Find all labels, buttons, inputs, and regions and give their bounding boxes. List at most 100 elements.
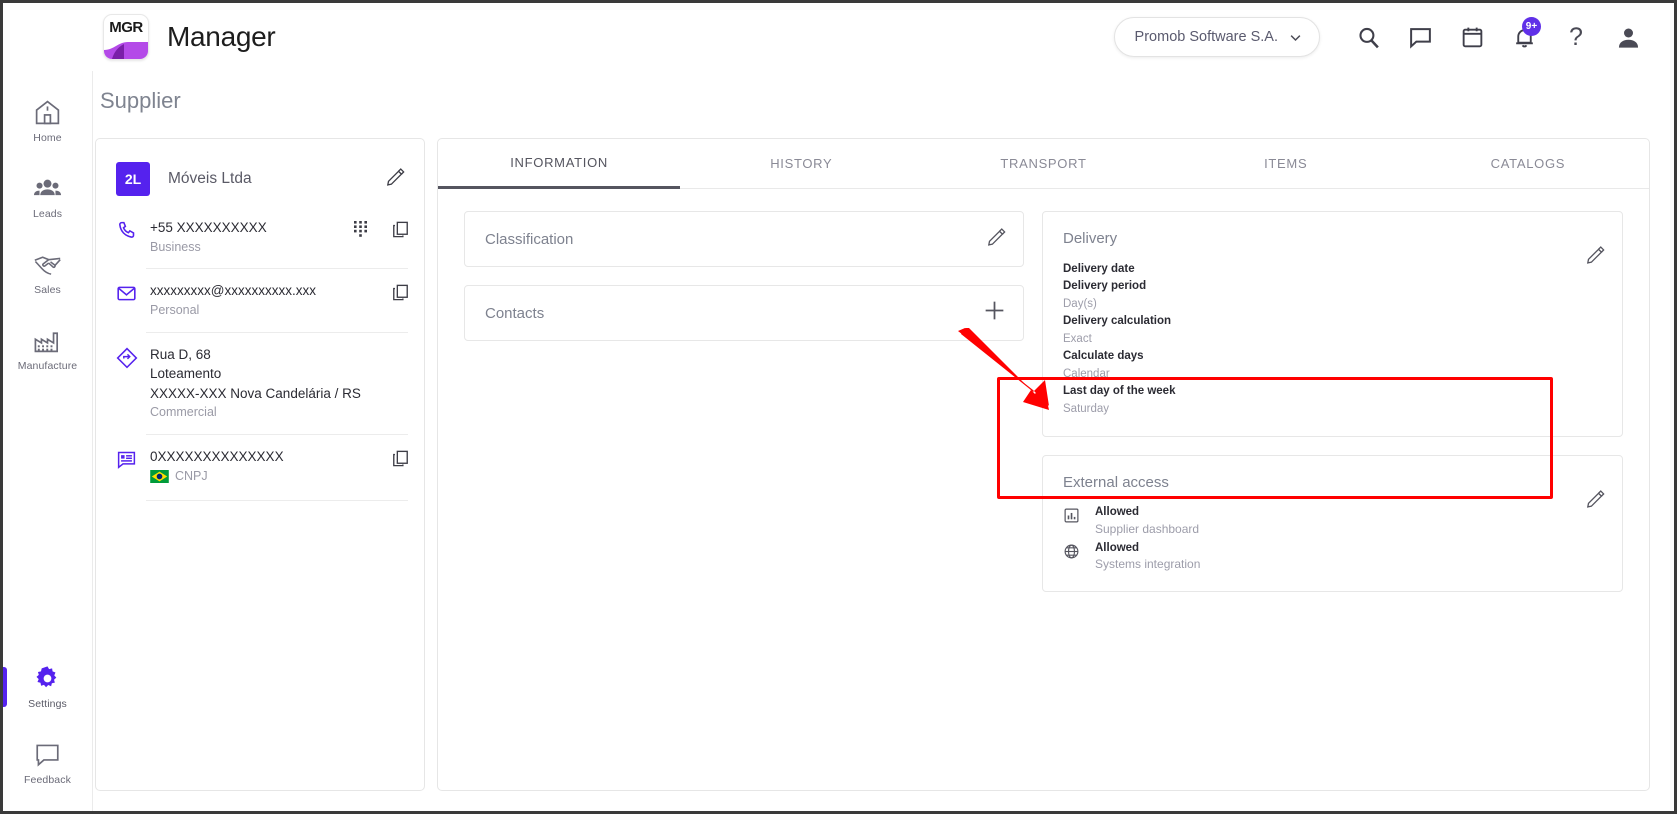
- phone-icon: [119, 221, 135, 238]
- delivery-field-value: Calendar: [1063, 367, 1110, 380]
- supplier-address-line-3: XXXXX-XXX Nova Candelária / RS: [150, 385, 361, 401]
- classification-title: Classification: [485, 230, 574, 248]
- brazil-flag-icon: [150, 469, 169, 483]
- edit-icon: [386, 168, 405, 186]
- sidebar-item-label: Manufacture: [17, 360, 78, 372]
- tab-history[interactable]: HISTORY: [680, 139, 923, 189]
- tab-catalogs[interactable]: CATALOGS: [1406, 139, 1650, 189]
- notification-badge: 9+: [1522, 17, 1541, 36]
- chat-icon: [1409, 27, 1431, 49]
- supplier-document-value: 0XXXXXXXXXXXXXX: [150, 449, 284, 465]
- address-icon: [116, 347, 138, 369]
- sidebar: Home Leads Sales Manufacture Settings Fe…: [3, 3, 93, 811]
- tab-items[interactable]: ITEMS: [1164, 139, 1407, 189]
- delivery-field-value: Day(s): [1063, 297, 1097, 310]
- delivery-field-label: Delivery date: [1063, 263, 1135, 275]
- sidebar-bottom: Settings Feedback: [3, 649, 92, 801]
- globe-icon-wrap: [1063, 541, 1083, 565]
- contacts-add-button[interactable]: [982, 298, 1007, 328]
- sidebar-item-leads[interactable]: Leads: [3, 159, 92, 235]
- dialpad-icon: [354, 221, 367, 237]
- external-access-description: Systems integration: [1095, 557, 1201, 572]
- supplier-email-row: xxxxxxxxx@xxxxxxxxxx.xxx Personal: [96, 269, 424, 331]
- supplier-document-row: 0XXXXXXXXXXXXXX CNPJ: [96, 435, 424, 499]
- logo-text: MGR: [109, 19, 143, 36]
- sidebar-item-manufacture[interactable]: Manufacture: [3, 311, 92, 387]
- tab-transport[interactable]: TRANSPORT: [922, 139, 1165, 189]
- chat-button[interactable]: [1394, 13, 1446, 61]
- supplier-phone-actions: [354, 218, 410, 244]
- copy-icon: [393, 221, 408, 238]
- delivery-edit-button[interactable]: [1585, 244, 1606, 270]
- classification-edit-button[interactable]: [986, 226, 1007, 252]
- handshake-icon: [34, 256, 61, 275]
- external-access-item-text: Allowed Systems integration: [1095, 541, 1200, 573]
- supplier-address-body: Rua D, 68 Loteamento XXXXX-XXX Nova Cand…: [150, 345, 410, 422]
- email-icon: [117, 286, 136, 301]
- sidebar-item-settings[interactable]: Settings: [3, 649, 92, 725]
- external-access-description: Supplier dashboard: [1095, 521, 1200, 536]
- email-icon-wrap: [116, 281, 150, 309]
- help-button[interactable]: ?: [1550, 13, 1602, 61]
- sidebar-item-label: Settings: [28, 698, 67, 710]
- chart-icon-wrap: [1063, 505, 1083, 529]
- external-access-item-text: Allowed Supplier dashboard: [1095, 505, 1199, 537]
- globe-icon: [1064, 544, 1079, 559]
- sidebar-item-sales[interactable]: Sales: [3, 235, 92, 311]
- page-title: Supplier: [100, 88, 181, 113]
- account-button[interactable]: [1602, 13, 1654, 61]
- sidebar-item-label: Home: [33, 132, 62, 144]
- logo-shape-icon: [104, 42, 148, 59]
- add-icon: [985, 301, 1004, 320]
- external-access-edit-button[interactable]: [1585, 488, 1606, 514]
- delivery-fields: Delivery date Delivery period Day(s) Del…: [1063, 261, 1602, 418]
- contacts-card: Contacts: [464, 285, 1024, 341]
- information-right-column: Delivery Delivery date Delivery period D…: [1042, 211, 1623, 610]
- search-icon: [1358, 27, 1379, 48]
- tab-bar: INFORMATION HISTORY TRANSPORT ITEMS CATA…: [438, 139, 1650, 189]
- external-access-status: Allowed: [1095, 506, 1140, 519]
- supplier-header: 2L Móveis Ltda: [96, 139, 424, 206]
- chart-icon: [1064, 508, 1079, 523]
- search-button[interactable]: [1342, 13, 1394, 61]
- information-panel: Classification Contacts Delivery Deliver…: [438, 189, 1649, 632]
- avatar: 2L: [116, 162, 150, 196]
- document-icon-wrap: [116, 447, 150, 475]
- help-icon: ?: [1569, 22, 1583, 51]
- supplier-edit-button[interactable]: [385, 166, 406, 192]
- copy-document-button[interactable]: [391, 449, 410, 473]
- tab-information[interactable]: INFORMATION: [438, 139, 681, 189]
- copy-icon: [393, 285, 408, 301]
- supplier-phone-body: +55 XXXXXXXXXX Business: [150, 218, 354, 256]
- sidebar-item-label: Sales: [34, 284, 61, 296]
- people-icon: [33, 179, 62, 196]
- copy-email-button[interactable]: [391, 283, 410, 307]
- dialpad-button[interactable]: [354, 221, 369, 243]
- brand-name: Manager: [167, 21, 276, 52]
- delivery-title: Delivery: [1063, 230, 1118, 247]
- classification-card: Classification: [464, 211, 1024, 267]
- gear-icon: [36, 666, 57, 688]
- external-access-card: External access Allowed Supplier dashboa…: [1042, 455, 1623, 592]
- supplier-email-label: Personal: [150, 302, 200, 317]
- divider: [146, 499, 408, 501]
- delivery-field-label: Delivery calculation: [1063, 315, 1172, 328]
- org-selector-label: Promob Software S.A.: [1134, 29, 1278, 45]
- supplier-document-label-wrap: CNPJ: [150, 467, 208, 486]
- notifications-button[interactable]: 9+: [1498, 13, 1550, 61]
- org-selector[interactable]: Promob Software S.A.: [1113, 17, 1320, 57]
- chat-bubble-icon: [36, 744, 59, 767]
- delivery-field-label: Calculate days: [1063, 350, 1144, 363]
- app-logo: MGR: [103, 14, 149, 60]
- supplier-phone-value: +55 XXXXXXXXXX: [150, 220, 267, 235]
- sidebar-item-feedback[interactable]: Feedback: [3, 725, 92, 801]
- supplier-name: Móveis Ltda: [168, 170, 252, 187]
- external-access-item: Allowed Supplier dashboard: [1063, 505, 1602, 537]
- phone-icon-wrap: [116, 218, 150, 246]
- copy-phone-button[interactable]: [391, 220, 410, 244]
- calendar-button[interactable]: [1446, 13, 1498, 61]
- sidebar-item-home[interactable]: Home: [3, 83, 92, 159]
- supplier-phone-row: +55 XXXXXXXXXX Business: [96, 206, 424, 268]
- external-access-item: Allowed Systems integration: [1063, 541, 1602, 573]
- detail-pane: INFORMATION HISTORY TRANSPORT ITEMS CATA…: [437, 138, 1650, 791]
